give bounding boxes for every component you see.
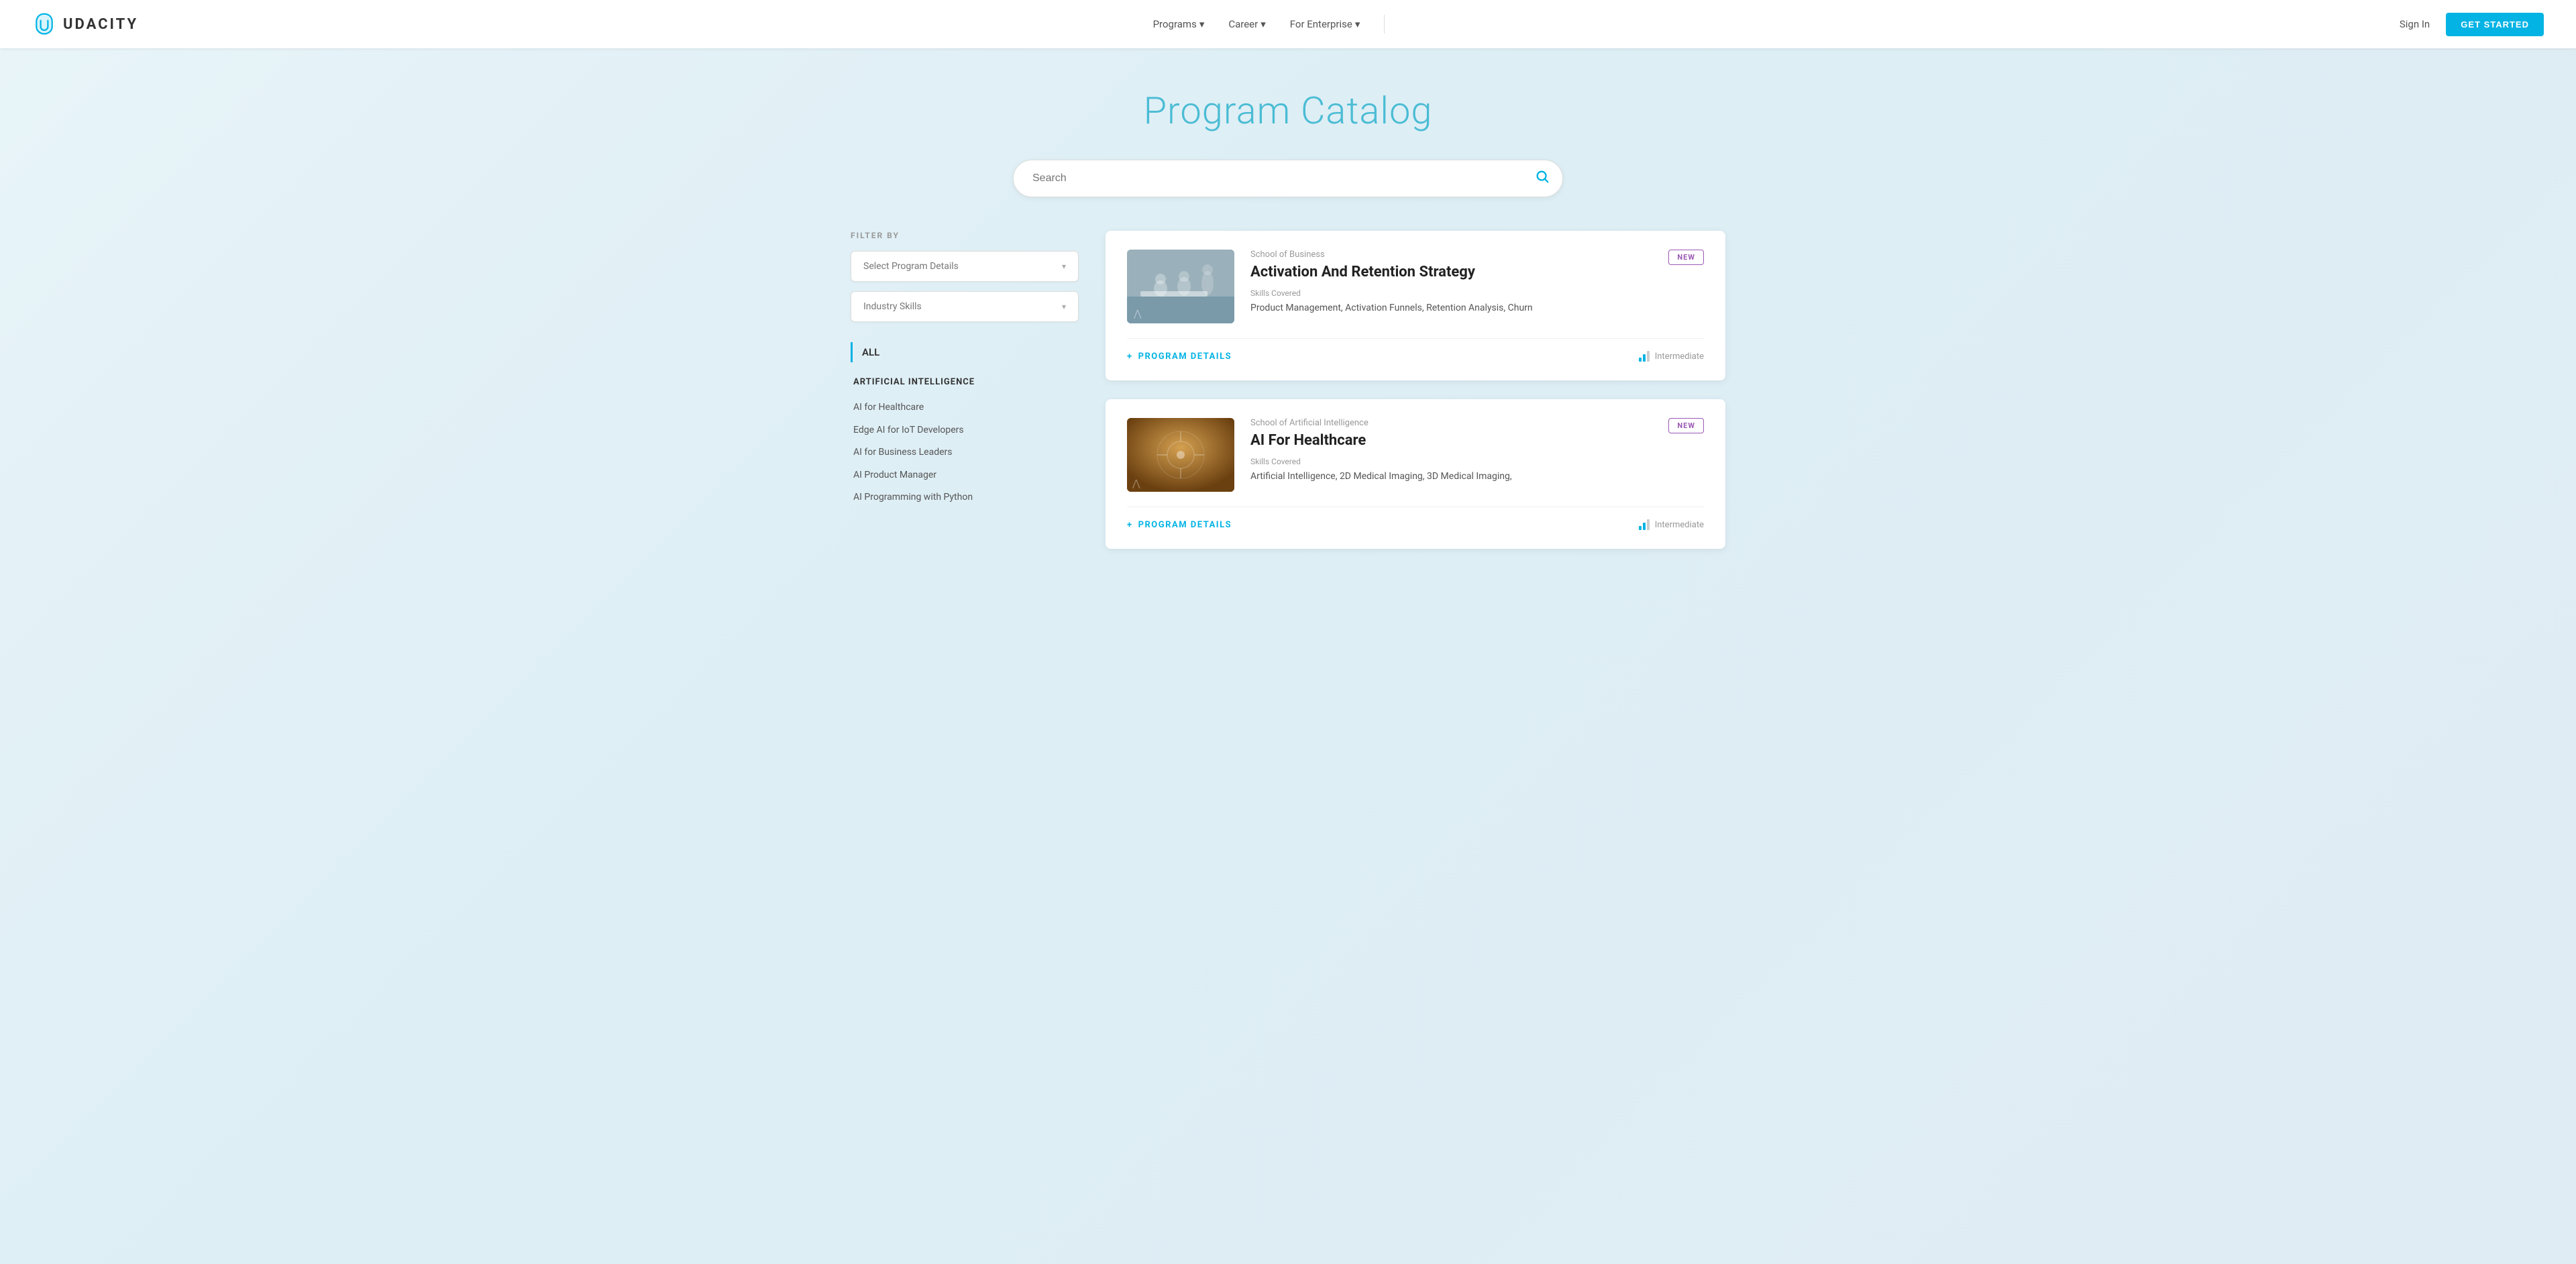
card-content-healthcare: School of Artificial Intelligence AI For… <box>1250 418 1704 484</box>
chevron-down-icon: ▾ <box>1260 18 1266 30</box>
level-text: Intermediate <box>1655 352 1704 362</box>
industry-skills-filter-label: Industry Skills <box>863 301 922 312</box>
logo-text: UDACITY <box>63 16 138 33</box>
sidebar-item-ai-python[interactable]: AI Programming with Python <box>851 486 1079 509</box>
program-details-link-healthcare[interactable]: + PROGRAM DETAILS <box>1127 520 1232 530</box>
program-details-label-healthcare: PROGRAM DETAILS <box>1138 520 1232 530</box>
level-indicator: Intermediate <box>1639 351 1704 362</box>
main-content: Program Catalog FILTER BY Select Program… <box>818 48 1758 602</box>
plus-icon: + <box>1127 520 1133 530</box>
logo[interactable]: UDACITY <box>32 12 138 36</box>
catalog-layout: FILTER BY Select Program Details ▾ Indus… <box>851 231 1725 549</box>
svg-text:⋀: ⋀ <box>1133 308 1142 319</box>
udacity-logo-icon <box>32 12 56 36</box>
nav-divider <box>1384 15 1385 34</box>
category-nav: ALL ARTIFICIAL INTELLIGENCE AI for Healt… <box>851 342 1079 509</box>
chevron-down-icon: ▾ <box>1199 18 1205 30</box>
program-details-link[interactable]: + PROGRAM DETAILS <box>1127 352 1232 362</box>
skills-text-healthcare: Artificial Intelligence, 2D Medical Imag… <box>1250 469 1704 484</box>
card-content-activation: School of Business Activation And Retent… <box>1250 250 1704 315</box>
sidebar-item-ai-healthcare[interactable]: AI for Healthcare <box>851 397 1079 419</box>
chevron-down-icon: ▾ <box>1062 262 1066 271</box>
sidebar-item-ai-product-manager[interactable]: AI Product Manager <box>851 464 1079 487</box>
get-started-button[interactable]: GET STARTED <box>2446 13 2544 36</box>
search-container <box>1013 160 1563 197</box>
chevron-down-icon: ▾ <box>1355 18 1360 30</box>
program-details-filter[interactable]: Select Program Details ▾ <box>851 251 1079 282</box>
sidebar-item-edge-ai[interactable]: Edge AI for IoT Developers <box>851 419 1079 442</box>
card-title-healthcare: AI For Healthcare <box>1250 432 1368 449</box>
card-school: School of Business <box>1250 250 1475 260</box>
card-header-row: School of Business Activation And Retent… <box>1250 250 1704 288</box>
chevron-down-icon: ▾ <box>1062 302 1066 311</box>
card-title: Activation And Retention Strategy <box>1250 264 1475 280</box>
nav-programs[interactable]: Programs ▾ <box>1153 18 1205 30</box>
nav-center: Programs ▾ Career ▾ For Enterprise ▾ <box>1153 15 1385 34</box>
card-school-ai: School of Artificial Intelligence <box>1250 418 1368 428</box>
card-top: ⋀ School of Business Activation And Rete… <box>1127 250 1704 323</box>
business-scene-illustration: ⋀ <box>1127 250 1234 323</box>
filter-by-label: FILTER BY <box>851 231 1079 240</box>
page-title: Program Catalog <box>851 89 1725 133</box>
card-thumbnail-ai: ⋀ <box>1127 418 1234 492</box>
program-card-healthcare: ⋀ School of Artificial Intelligence AI F… <box>1106 399 1725 549</box>
card-footer-healthcare: + PROGRAM DETAILS Intermediate <box>1127 507 1704 530</box>
program-details-label: PROGRAM DETAILS <box>1138 352 1232 362</box>
category-all-label: ALL <box>862 346 879 358</box>
programs-list: ⋀ School of Business Activation And Rete… <box>1106 231 1725 549</box>
ai-section-title: ARTIFICIAL INTELLIGENCE <box>851 377 1079 387</box>
card-info-healthcare: School of Artificial Intelligence AI For… <box>1250 418 1368 457</box>
card-top-healthcare: ⋀ School of Artificial Intelligence AI F… <box>1127 418 1704 492</box>
program-card-activation: ⋀ School of Business Activation And Rete… <box>1106 231 1725 380</box>
skills-label-healthcare: Skills Covered <box>1250 457 1704 466</box>
skills-label: Skills Covered <box>1250 288 1704 298</box>
card-footer: + PROGRAM DETAILS Intermediate <box>1127 338 1704 362</box>
search-input[interactable] <box>1013 160 1563 197</box>
svg-text:⋀: ⋀ <box>1132 478 1140 488</box>
sidebar-item-ai-business[interactable]: AI for Business Leaders <box>851 441 1079 464</box>
search-icon <box>1535 169 1550 184</box>
card-header-row-healthcare: School of Artificial Intelligence AI For… <box>1250 418 1704 457</box>
nav-enterprise[interactable]: For Enterprise ▾ <box>1290 18 1360 30</box>
card-info: School of Business Activation And Retent… <box>1250 250 1475 288</box>
bar-chart-icon <box>1639 351 1650 362</box>
new-badge-healthcare: NEW <box>1668 418 1704 433</box>
level-indicator-healthcare: Intermediate <box>1639 519 1704 530</box>
sidebar: FILTER BY Select Program Details ▾ Indus… <box>851 231 1079 509</box>
plus-icon: + <box>1127 352 1133 362</box>
search-button[interactable] <box>1535 169 1550 188</box>
bar-chart-icon-healthcare <box>1639 519 1650 530</box>
category-all[interactable]: ALL <box>851 342 1079 362</box>
level-text-healthcare: Intermediate <box>1655 520 1704 530</box>
nav-right: Sign In GET STARTED <box>2400 13 2544 36</box>
ai-healthcare-illustration: ⋀ <box>1127 418 1234 492</box>
industry-skills-filter[interactable]: Industry Skills ▾ <box>851 291 1079 322</box>
card-thumbnail-business: ⋀ <box>1127 250 1234 323</box>
new-badge: NEW <box>1668 250 1704 265</box>
sign-in-link[interactable]: Sign In <box>2400 18 2430 30</box>
program-details-filter-label: Select Program Details <box>863 261 959 272</box>
nav-career[interactable]: Career ▾ <box>1228 18 1265 30</box>
skills-text: Product Management, Activation Funnels, … <box>1250 301 1704 315</box>
navbar: UDACITY Programs ▾ Career ▾ For Enterpri… <box>0 0 2576 48</box>
